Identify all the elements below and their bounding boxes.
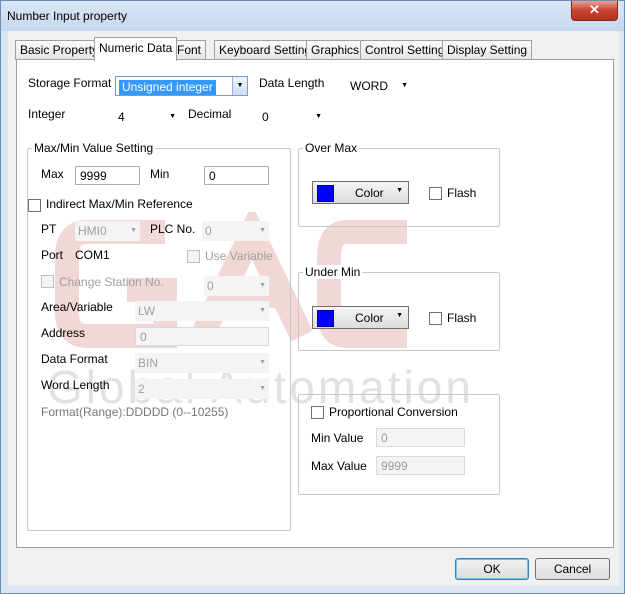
window-title: Number Input property — [7, 9, 128, 23]
decimal-value: 0 — [262, 110, 269, 124]
area-variable-value: LW — [138, 304, 156, 318]
word-length-select[interactable]: 2 ▼ — [135, 379, 269, 399]
change-station-label: Change Station No. — [59, 275, 164, 289]
pt-value: HMI0 — [78, 224, 107, 238]
min-input[interactable]: 0 — [204, 166, 269, 185]
data-length-label: Data Length — [259, 76, 325, 90]
decimal-select[interactable]: 0 ▼ — [259, 107, 325, 127]
storage-format-value: Unsigned integer — [119, 80, 216, 95]
tab-display-setting[interactable]: Display Setting — [442, 40, 533, 60]
under-min-group: Under Min Color ▼ Flash — [298, 265, 500, 351]
format-range-text: Format(Range):DDDDD (0--10255) — [41, 405, 229, 419]
data-length-select[interactable]: WORD ▼ — [347, 76, 411, 96]
indirect-reference-label: Indirect Max/Min Reference — [46, 197, 193, 211]
tab-numeric-data[interactable]: Numeric Data — [94, 37, 178, 61]
close-icon: ✕ — [589, 2, 600, 17]
decimal-label: Decimal — [188, 107, 232, 121]
data-length-value: WORD — [350, 79, 388, 93]
dialog-body: Basic Property Numeric Data Font Keyboar… — [8, 31, 619, 586]
chevron-down-icon: ▼ — [396, 187, 403, 194]
integer-select[interactable]: 4 ▼ — [115, 107, 179, 127]
chevron-down-icon: ▼ — [259, 227, 266, 234]
tab-control-setting[interactable]: Control Setting — [360, 40, 450, 60]
integer-value: 4 — [118, 110, 125, 124]
ok-button[interactable]: OK — [455, 558, 529, 580]
under-min-title: Under Min — [303, 265, 363, 279]
storage-format-select[interactable]: Unsigned integer ▼ — [115, 76, 248, 96]
chevron-down-icon: ▼ — [401, 82, 408, 89]
address-input[interactable]: 0 — [135, 327, 269, 346]
pt-label: PT — [41, 222, 57, 236]
port-label: Port — [41, 248, 64, 262]
prop-min-label: Min Value — [311, 431, 364, 445]
proportional-conversion-checkbox[interactable] — [311, 406, 324, 419]
chevron-down-icon: ▼ — [232, 77, 247, 95]
prop-min-input[interactable]: 0 — [376, 428, 465, 447]
under-min-color-label: Color — [355, 311, 384, 325]
cancel-button[interactable]: Cancel — [535, 558, 610, 580]
proportional-group: Proportional Conversion Min Value 0 Max … — [298, 394, 500, 495]
over-max-title: Over Max — [303, 141, 360, 155]
word-length-value: 2 — [138, 382, 145, 396]
close-button[interactable]: ✕ — [571, 1, 618, 21]
color-swatch-icon — [317, 185, 334, 202]
port-value: COM1 — [75, 248, 110, 262]
pt-select[interactable]: HMI0 ▼ — [75, 221, 140, 241]
prop-max-label: Max Value — [311, 459, 367, 473]
chevron-down-icon: ▼ — [130, 227, 137, 234]
storage-format-label: Storage Format — [28, 76, 112, 90]
indirect-reference-checkbox[interactable] — [28, 199, 41, 212]
use-variable-label: Use Variable — [205, 249, 273, 263]
over-max-group: Over Max Color ▼ Flash — [298, 141, 500, 227]
title-bar: Number Input property ✕ — [1, 1, 624, 31]
word-length-label: Word Length — [41, 378, 110, 392]
color-swatch-icon — [317, 310, 334, 327]
under-min-flash-checkbox[interactable] — [429, 312, 442, 325]
data-format-select[interactable]: BIN ▼ — [135, 353, 269, 373]
chevron-down-icon: ▼ — [315, 113, 322, 120]
over-max-color-button[interactable]: Color ▼ — [312, 181, 409, 204]
chevron-down-icon: ▼ — [259, 307, 266, 314]
chevron-down-icon: ▼ — [259, 359, 266, 366]
min-label: Min — [150, 167, 170, 181]
max-label: Max — [41, 167, 64, 181]
max-min-group-title: Max/Min Value Setting — [32, 141, 156, 155]
use-variable-checkbox[interactable] — [187, 250, 200, 263]
chevron-down-icon: ▼ — [169, 113, 176, 120]
change-station-value: 0 — [207, 279, 214, 293]
address-label: Address — [41, 326, 86, 340]
plc-no-select[interactable]: 0 ▼ — [202, 221, 269, 241]
max-input[interactable]: 9999 — [75, 166, 140, 185]
proportional-conversion-label: Proportional Conversion — [329, 405, 458, 419]
dialog-window: Number Input property ✕ Basic Property N… — [0, 0, 625, 594]
data-format-value: BIN — [138, 356, 159, 370]
max-min-group: Max/Min Value Setting Max 9999 Min 0 Ind… — [27, 141, 291, 531]
over-max-flash-checkbox[interactable] — [429, 187, 442, 200]
integer-label: Integer — [28, 107, 66, 121]
tab-keyboard-setting[interactable]: Keyboard Setting — [214, 40, 317, 60]
under-min-flash-label: Flash — [447, 311, 477, 325]
change-station-checkbox[interactable] — [41, 275, 54, 288]
area-variable-select[interactable]: LW ▼ — [135, 301, 269, 321]
chevron-down-icon: ▼ — [396, 312, 403, 319]
tab-graphics[interactable]: Graphics — [306, 40, 365, 60]
plc-no-label: PLC No. — [150, 222, 196, 236]
change-station-select[interactable]: 0 ▼ — [204, 276, 269, 296]
numeric-data-panel: Global Automation Storage Format Unsigne… — [16, 59, 614, 548]
tab-basic-property[interactable]: Basic Property — [15, 40, 104, 60]
plc-no-value: 0 — [205, 224, 212, 238]
area-variable-label: Area/Variable — [41, 300, 113, 314]
chevron-down-icon: ▼ — [259, 385, 266, 392]
chevron-down-icon: ▼ — [259, 282, 266, 289]
under-min-color-button[interactable]: Color ▼ — [312, 306, 409, 329]
over-max-color-label: Color — [355, 186, 384, 200]
over-max-flash-label: Flash — [447, 186, 477, 200]
prop-max-input[interactable]: 9999 — [376, 456, 465, 475]
data-format-label: Data Format — [41, 352, 108, 366]
